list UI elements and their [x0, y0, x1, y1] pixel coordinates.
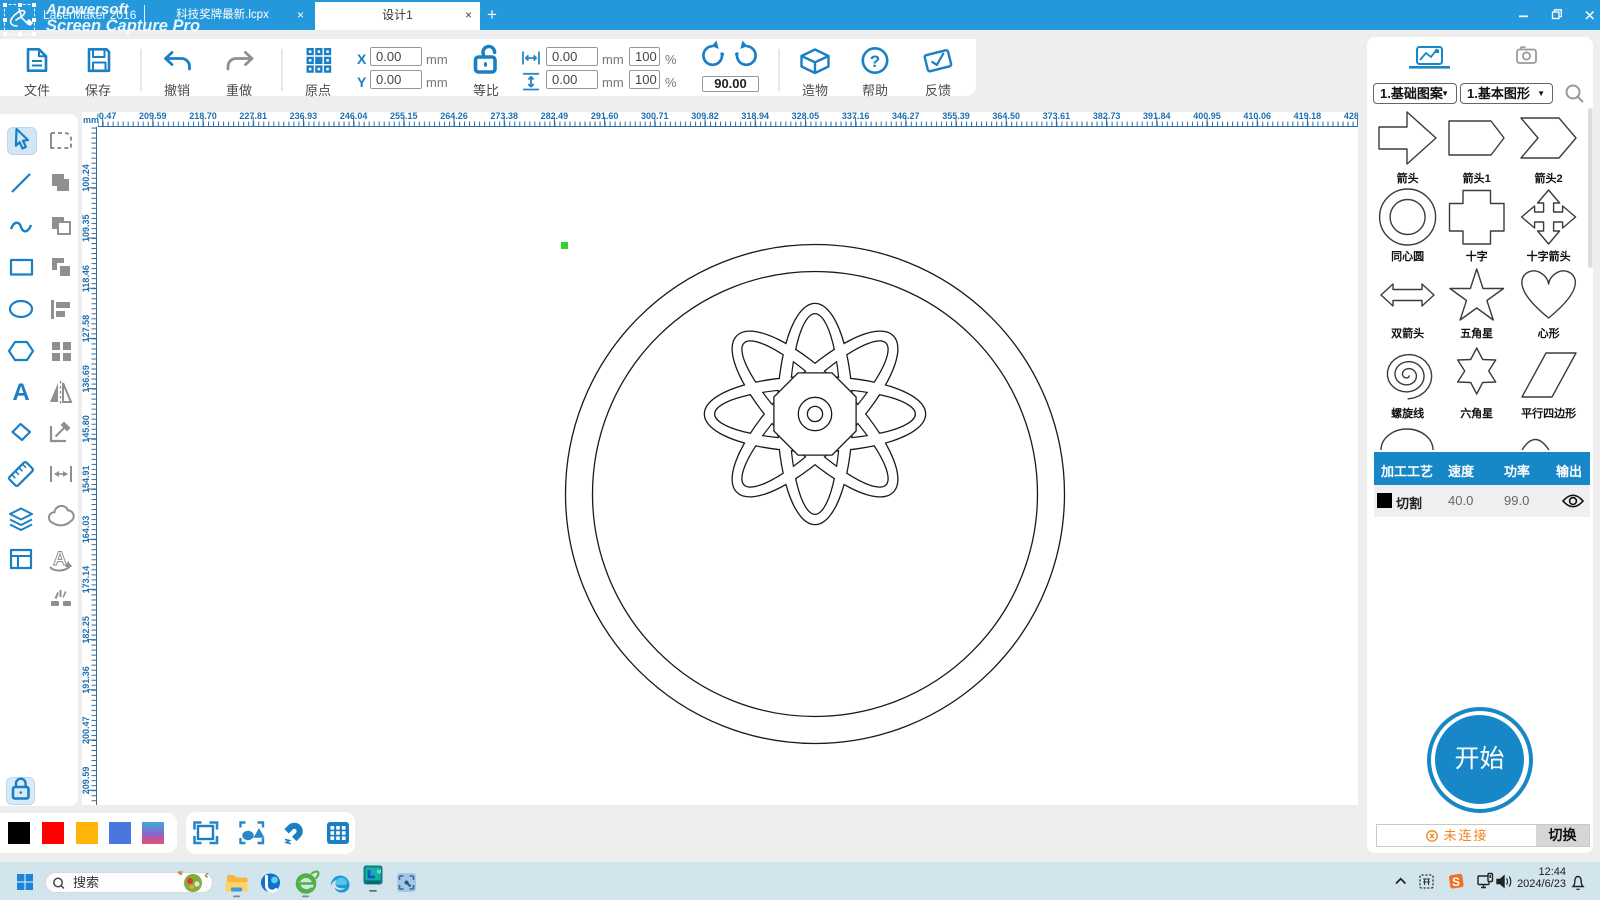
svg-text:十字: 十字	[1466, 249, 1488, 263]
svg-text:同心圆: 同心圆	[1391, 250, 1424, 263]
svg-text:心形: 心形	[1538, 327, 1560, 340]
svg-text:平行四边形: 平行四边形	[1521, 406, 1576, 420]
svg-text:六角星: 六角星	[1460, 406, 1493, 420]
svg-text:搜索: 搜索	[73, 875, 99, 890]
svg-text:S: S	[1452, 875, 1460, 889]
svg-text:428.29: 428.29	[1344, 112, 1358, 121]
svg-text:M: M	[377, 870, 381, 876]
svg-text:箭头: 箭头	[1397, 171, 1419, 185]
svg-text:螺旋线: 螺旋线	[1391, 406, 1424, 420]
svg-text:?: ?	[870, 52, 880, 71]
svg-text:A: A	[12, 379, 29, 406]
svg-text:箭头1: 箭头1	[1463, 171, 1491, 185]
svg-text:双箭头: 双箭头	[1391, 326, 1424, 340]
svg-text:箭头2: 箭头2	[1535, 171, 1563, 185]
svg-text:LaserMaker: LaserMaker	[365, 886, 385, 890]
svg-text:A: A	[53, 549, 67, 570]
svg-text:mm: mm	[83, 115, 99, 125]
svg-text:五角星: 五角星	[1460, 326, 1493, 340]
svg-text:十字箭头: 十字箭头	[1527, 249, 1571, 263]
